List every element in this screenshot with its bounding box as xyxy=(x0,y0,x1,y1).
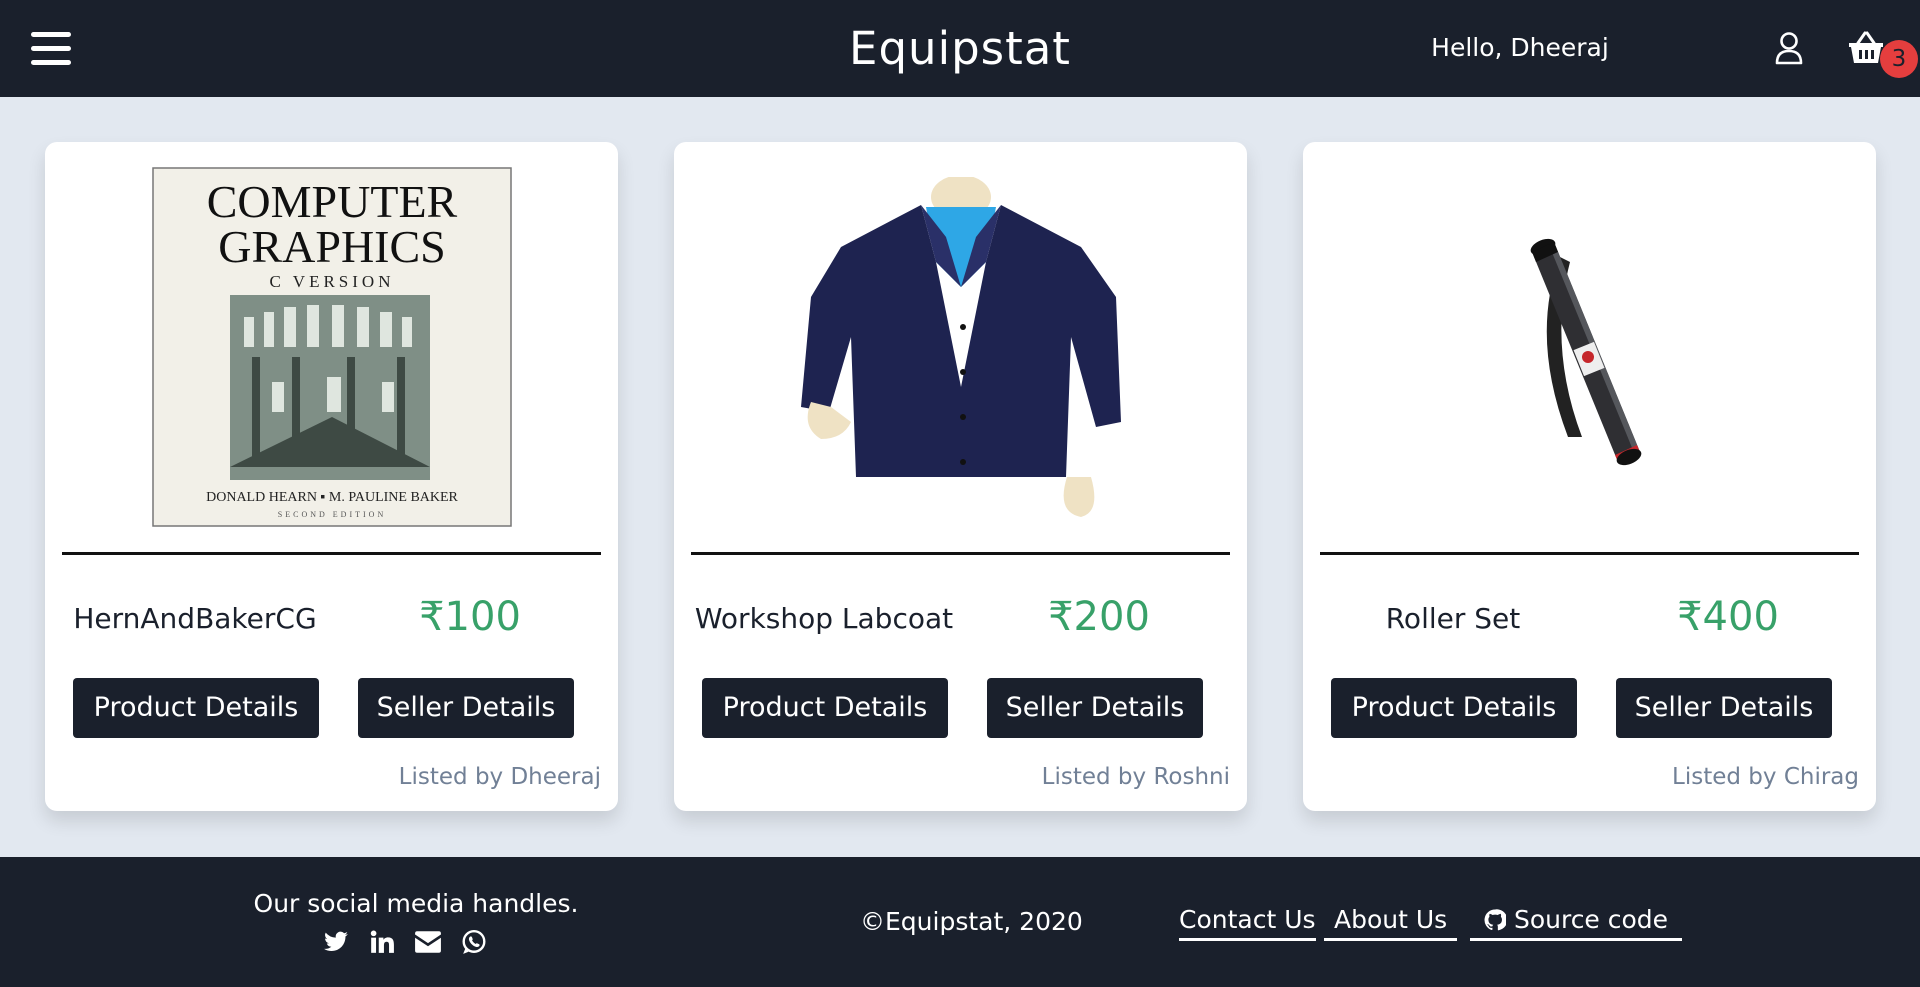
seller-details-button[interactable]: Seller Details xyxy=(358,678,574,738)
footer: Our social media handles. ©Equipstat, 20… xyxy=(0,857,1920,987)
user-greeting: Hello, Dheeraj xyxy=(1431,33,1609,62)
contact-us-link[interactable]: Contact Us xyxy=(1179,905,1316,941)
book-cover-image: COMPUTER GRAPHICS C VERSION DONALD HEARN… xyxy=(151,167,512,527)
seller-details-button[interactable]: Seller Details xyxy=(1616,678,1832,738)
seller-details-button[interactable]: Seller Details xyxy=(987,678,1203,738)
social-icons xyxy=(322,927,488,957)
basket-icon[interactable] xyxy=(1848,31,1884,65)
source-code-label: Source code xyxy=(1513,905,1669,934)
book-authors: DONALD HEARN ▪ M. PAULINE BAKER xyxy=(206,490,458,505)
product-name: HernAndBakerCG xyxy=(73,602,317,635)
product-card: Workshop Labcoat ₹200 Product Details Se… xyxy=(674,142,1247,811)
divider xyxy=(1320,552,1859,555)
product-price: ₹200 xyxy=(1048,594,1150,640)
product-image xyxy=(1320,162,1859,532)
product-image: COMPUTER GRAPHICS C VERSION DONALD HEARN… xyxy=(62,162,601,532)
top-navbar: Equipstat Hello, Dheeraj 3 xyxy=(0,0,1920,97)
user-icon[interactable] xyxy=(1774,31,1804,65)
divider xyxy=(691,552,1230,555)
product-details-button[interactable]: Product Details xyxy=(702,678,948,738)
listed-by: Listed by Chirag xyxy=(1672,764,1859,790)
github-icon xyxy=(1484,909,1508,931)
menu-icon[interactable] xyxy=(31,30,71,68)
product-name: Roller Set xyxy=(1385,602,1521,635)
about-us-link[interactable]: About Us xyxy=(1324,905,1458,941)
linkedin-icon[interactable] xyxy=(368,929,396,955)
product-image xyxy=(691,162,1230,532)
labcoat-image xyxy=(800,177,1121,517)
book-title-line1: COMPUTER xyxy=(206,176,457,227)
listed-by: Listed by Roshni xyxy=(1041,764,1230,790)
book-subtitle: C VERSION xyxy=(269,272,394,291)
product-name: Workshop Labcoat xyxy=(694,602,954,635)
social-title: Our social media handles. xyxy=(253,889,579,918)
divider xyxy=(62,552,601,555)
roller-tube-image xyxy=(1530,238,1641,466)
cart-count-badge[interactable]: 3 xyxy=(1880,40,1918,78)
email-icon[interactable] xyxy=(414,929,442,955)
product-card: COMPUTER GRAPHICS C VERSION DONALD HEARN… xyxy=(45,142,618,811)
product-details-button[interactable]: Product Details xyxy=(73,678,319,738)
brand-title-wrap: Equipstat xyxy=(0,22,1920,75)
product-card: Roller Set ₹400 Product Details Seller D… xyxy=(1303,142,1876,811)
brand-title[interactable]: Equipstat xyxy=(849,22,1071,75)
product-price: ₹100 xyxy=(419,594,521,640)
whatsapp-icon[interactable] xyxy=(460,929,488,955)
product-details-button[interactable]: Product Details xyxy=(1331,678,1577,738)
twitter-icon[interactable] xyxy=(322,929,350,955)
listed-by: Listed by Dheeraj xyxy=(398,764,601,790)
source-code-link[interactable]: Source code xyxy=(1470,905,1683,941)
product-price: ₹400 xyxy=(1677,594,1779,640)
book-edition: SECOND EDITION xyxy=(277,510,385,519)
copyright-text: ©Equipstat, 2020 xyxy=(860,907,1083,936)
book-title-line2: GRAPHICS xyxy=(218,221,446,272)
